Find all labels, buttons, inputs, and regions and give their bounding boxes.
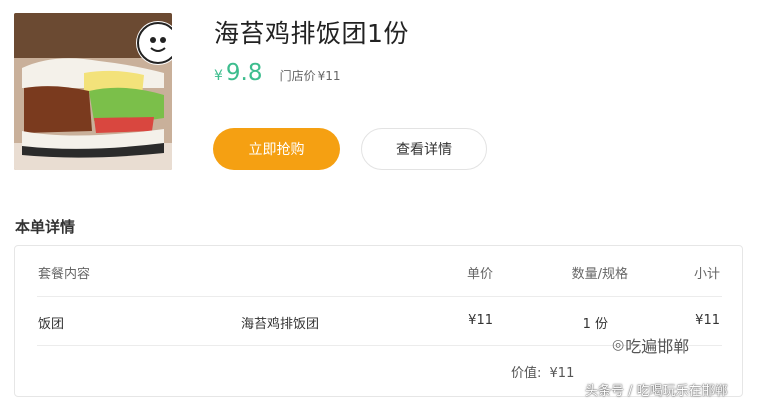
- store-price-value: ¥11: [317, 69, 341, 83]
- divider: [37, 296, 722, 297]
- account-name: 吃遍邯郸: [625, 337, 690, 356]
- row-item-name: 海苔鸡排饭团: [241, 317, 320, 332]
- buy-now-button[interactable]: 立即抢购: [213, 128, 340, 170]
- wechat-icon: ◎: [612, 337, 625, 353]
- product-title: 海苔鸡排饭团1份: [214, 19, 409, 48]
- row-quantity: 1 份: [582, 317, 608, 332]
- store-price-label: 门店价: [279, 69, 316, 83]
- header-content: 套餐内容: [38, 267, 91, 282]
- header-quantity: 数量/规格: [571, 267, 628, 282]
- source-watermark: 头条号 / 吃喝玩乐在邯郸: [585, 384, 728, 399]
- store-price: 门店价 ¥11: [278, 69, 341, 83]
- price-row: ¥9.8 门店价 ¥11: [214, 60, 341, 86]
- price-currency: ¥: [214, 68, 223, 84]
- row-subtotal: ¥11: [695, 313, 720, 328]
- product-image-illustration: [14, 13, 172, 170]
- order-detail-panel: 套餐内容 单价 数量/规格 小计 饭团 海苔鸡排饭团 ¥11 1 份 ¥11 价…: [14, 245, 743, 397]
- view-details-button[interactable]: 查看详情: [361, 128, 487, 170]
- row-category: 饭团: [38, 317, 65, 332]
- row-unit-price: ¥11: [468, 313, 493, 328]
- section-title: 本单详情: [15, 218, 76, 236]
- price-value: 9.8: [225, 60, 263, 86]
- product-image[interactable]: [14, 13, 172, 170]
- account-watermark: ◎ 吃遍邯郸: [612, 333, 689, 357]
- total-value: 价值: ¥11: [511, 362, 574, 381]
- total-label: 价值:: [511, 366, 542, 381]
- header-subtotal: 小计: [693, 267, 720, 282]
- header-unit-price: 单价: [466, 267, 493, 282]
- total-amount: ¥11: [549, 366, 575, 381]
